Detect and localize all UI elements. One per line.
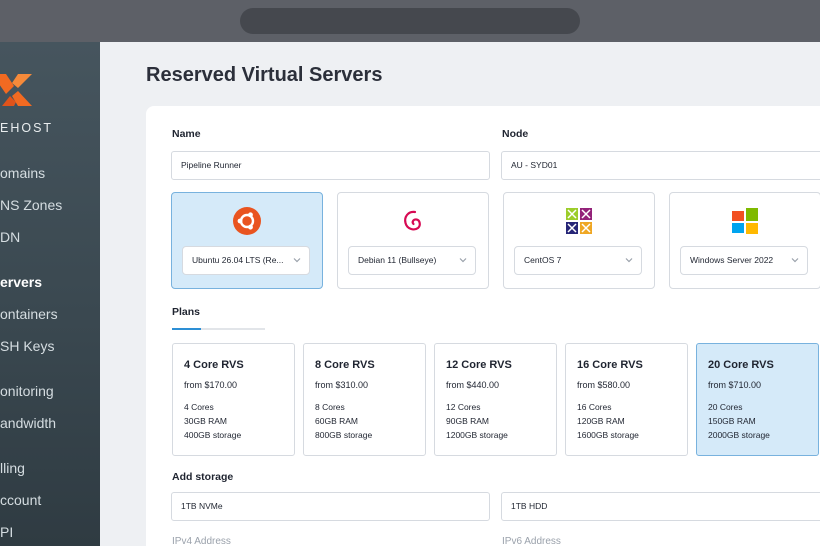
node-select[interactable]: AU - SYD01: [501, 151, 820, 180]
sidebar-item-containers[interactable]: ontainers: [0, 306, 58, 322]
os-version-select[interactable]: CentOS 7: [514, 246, 642, 275]
os-version-select[interactable]: Windows Server 2022: [680, 246, 808, 275]
plan-cores: 12 Cores: [446, 402, 481, 412]
sidebar: EHOST omains NS Zones DN ervers ontainer…: [0, 42, 100, 546]
os-version-label: Ubuntu 26.04 LTS (Re...: [192, 255, 284, 265]
os-card-ubuntu[interactable]: Ubuntu 26.04 LTS (Re...: [171, 192, 323, 289]
plan-card[interactable]: 4 Core RVS from $170.00 4 Cores 30GB RAM…: [172, 343, 295, 456]
plan-cores: 8 Cores: [315, 402, 345, 412]
plan-ram: 150GB RAM: [708, 416, 756, 426]
ipv4-label: IPv4 Address: [172, 536, 231, 546]
sidebar-item-bandwidth[interactable]: andwidth: [0, 415, 56, 431]
tab-plans[interactable]: Plans: [172, 306, 200, 318]
os-card-centos[interactable]: CentOS 7: [503, 192, 655, 289]
plan-storage: 400GB storage: [184, 430, 242, 440]
hdd-storage-field[interactable]: 1TB HDD: [501, 492, 820, 521]
plan-card[interactable]: 8 Core RVS from $310.00 8 Cores 60GB RAM…: [303, 343, 426, 456]
sidebar-item-billing[interactable]: lling: [0, 460, 25, 476]
plan-storage: 800GB storage: [315, 430, 373, 440]
plan-price: from $440.00: [446, 380, 500, 390]
plan-name: 8 Core RVS: [315, 359, 375, 371]
plan-storage: 1200GB storage: [446, 430, 508, 440]
name-input[interactable]: Pipeline Runner: [171, 151, 490, 180]
plan-storage: 1600GB storage: [577, 430, 639, 440]
plan-ram: 30GB RAM: [184, 416, 227, 426]
chevron-down-icon: [293, 258, 301, 263]
os-card-debian[interactable]: Debian 11 (Bullseye): [337, 192, 489, 289]
page-title: Reserved Virtual Servers: [146, 64, 383, 86]
plan-cores: 16 Cores: [577, 402, 612, 412]
plan-name: 4 Core RVS: [184, 359, 244, 371]
plan-name: 12 Core RVS: [446, 359, 512, 371]
os-version-label: Windows Server 2022: [690, 255, 774, 265]
plan-ram: 90GB RAM: [446, 416, 489, 426]
brand-name: EHOST: [0, 121, 54, 135]
plan-ram: 60GB RAM: [315, 416, 358, 426]
os-version-label: CentOS 7: [524, 255, 562, 265]
sidebar-item-dns-zones[interactable]: NS Zones: [0, 197, 62, 213]
plan-name: 20 Core RVS: [708, 359, 774, 371]
plan-card-selected[interactable]: 20 Core RVS from $710.00 20 Cores 150GB …: [696, 343, 819, 456]
tab-active-indicator: [172, 328, 201, 330]
centos-icon: [566, 208, 592, 234]
name-label: Name: [172, 128, 201, 140]
plan-card[interactable]: 16 Core RVS from $580.00 16 Cores 120GB …: [565, 343, 688, 456]
plan-price: from $310.00: [315, 380, 369, 390]
os-card-windows[interactable]: Windows Server 2022: [669, 192, 820, 289]
address-bar[interactable]: [240, 8, 580, 34]
chevron-down-icon: [459, 258, 467, 263]
sidebar-item-domains[interactable]: omains: [0, 165, 45, 181]
plan-price: from $580.00: [577, 380, 631, 390]
plan-name: 16 Core RVS: [577, 359, 643, 371]
os-version-select[interactable]: Ubuntu 26.04 LTS (Re...: [182, 246, 310, 275]
os-version-label: Debian 11 (Bullseye): [358, 255, 437, 265]
node-label: Node: [502, 128, 529, 140]
sidebar-item-servers[interactable]: ervers: [0, 274, 42, 290]
chevron-down-icon: [625, 258, 633, 263]
chevron-down-icon: [791, 258, 799, 263]
plan-storage: 2000GB storage: [708, 430, 770, 440]
plan-price: from $710.00: [708, 380, 762, 390]
debian-icon: [404, 210, 421, 231]
plan-cores: 20 Cores: [708, 402, 743, 412]
sidebar-item-cdn[interactable]: DN: [0, 229, 20, 245]
sidebar-item-ssh-keys[interactable]: SH Keys: [0, 338, 54, 354]
ubuntu-icon: [233, 207, 261, 235]
plan-cores: 4 Cores: [184, 402, 214, 412]
sidebar-item-account[interactable]: ccount: [0, 492, 41, 508]
add-storage-label: Add storage: [172, 471, 234, 483]
plan-card[interactable]: 12 Core RVS from $440.00 12 Cores 90GB R…: [434, 343, 557, 456]
sidebar-item-api[interactable]: PI: [0, 524, 13, 540]
plan-ram: 120GB RAM: [577, 416, 625, 426]
ipv6-label: IPv6 Address: [502, 536, 561, 546]
sidebar-item-monitoring[interactable]: onitoring: [0, 383, 54, 399]
windows-icon: [732, 208, 758, 234]
plan-price: from $170.00: [184, 380, 238, 390]
logo-icon: [0, 74, 32, 106]
browser-top-bar: [0, 0, 820, 42]
nvme-storage-field[interactable]: 1TB NVMe: [171, 492, 490, 521]
os-version-select[interactable]: Debian 11 (Bullseye): [348, 246, 476, 275]
